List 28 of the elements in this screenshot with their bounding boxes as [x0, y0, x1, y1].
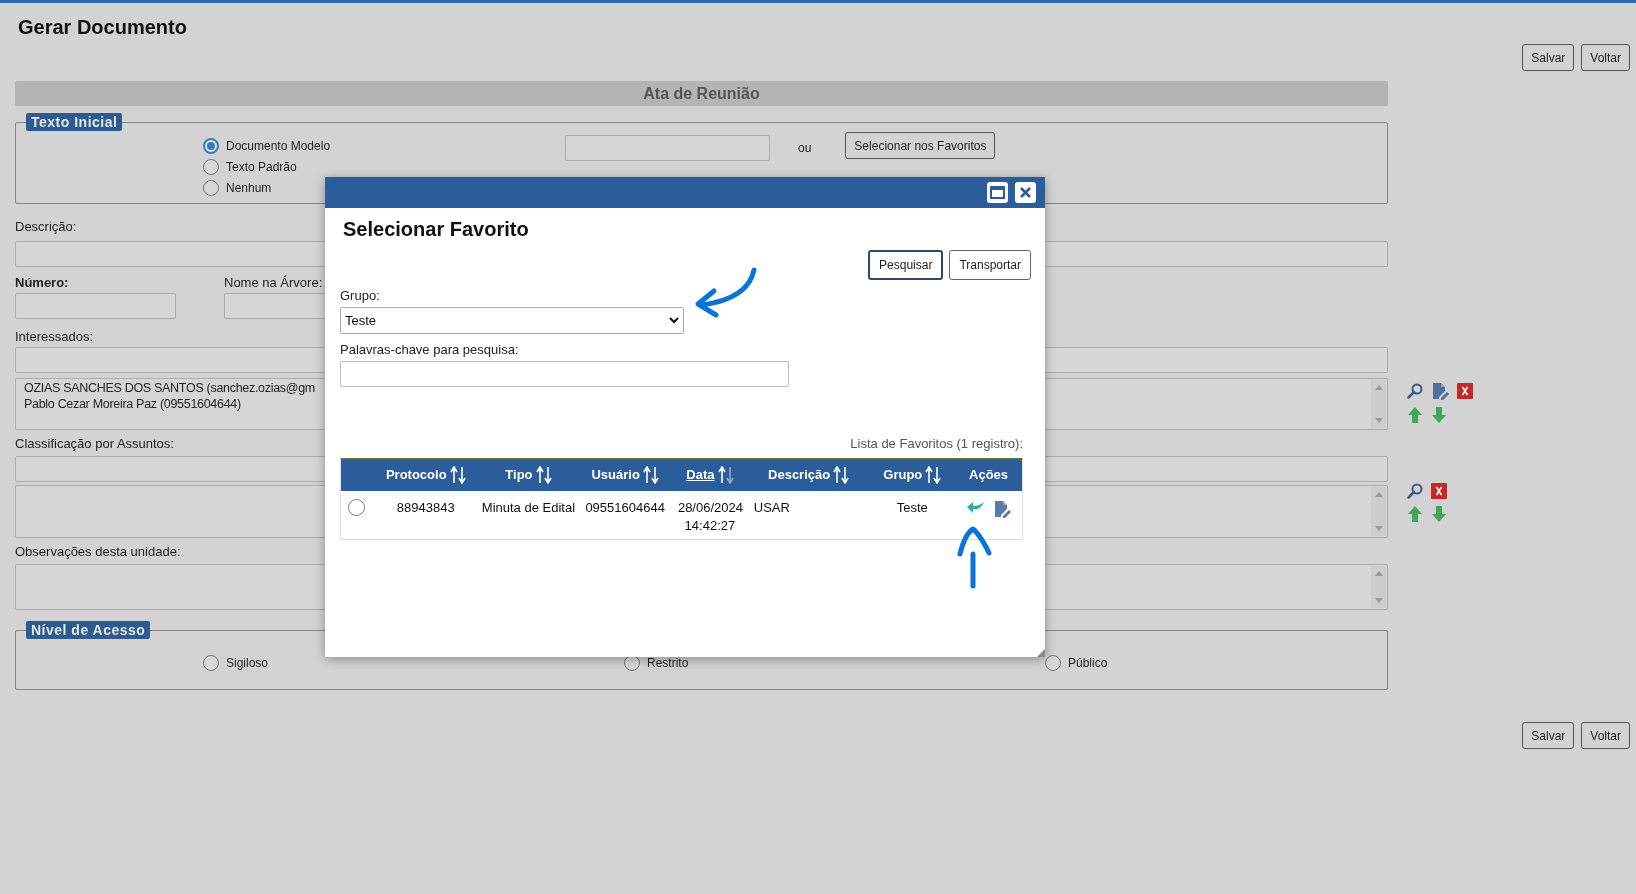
field-label: Número:	[15, 275, 70, 291]
table-cell-text: USAR	[753, 499, 790, 517]
radio-label: Público	[1068, 655, 1108, 672]
table-cell-text: Teste	[896, 499, 928, 517]
radio-label: Texto Padrão	[226, 159, 297, 176]
table-cell-text: 88943843	[396, 499, 455, 517]
section-header: Ata de Reunião	[15, 81, 1388, 106]
column-header: Ações	[969, 466, 1009, 485]
dialog-title: Selecionar Favorito	[343, 218, 529, 240]
page-title: Gerar Documento	[18, 15, 187, 40]
table-cell-text: 28/06/2024 14:42:27	[677, 499, 742, 535]
table-cell-text: Minuta de Edital	[481, 499, 576, 517]
field-label: Grupo:	[340, 288, 380, 304]
field-label: Interessados:	[15, 329, 94, 345]
fieldset-legend: Texto Inicial	[26, 113, 123, 131]
list-caption: Lista de Favoritos (1 registro):	[850, 436, 1023, 452]
separator-text: ou	[798, 141, 812, 155]
radio-label: Documento Modelo	[226, 138, 331, 155]
radio-label: Nenhum	[226, 180, 272, 197]
field-label: Observações desta unidade:	[15, 544, 181, 560]
table-cell-text: 09551604644	[585, 499, 665, 517]
field-label: Nome na Árvore:	[224, 275, 324, 291]
fieldset-legend: Nível de Acesso	[26, 621, 151, 639]
radio-label: Sigiloso	[226, 655, 269, 672]
field-label: Palavras-chave para pesquisa:	[340, 342, 519, 358]
field-label: Descrição:	[15, 219, 77, 235]
radio-label: Restrito	[647, 655, 689, 672]
field-label: Classificação por Assuntos:	[15, 436, 174, 452]
